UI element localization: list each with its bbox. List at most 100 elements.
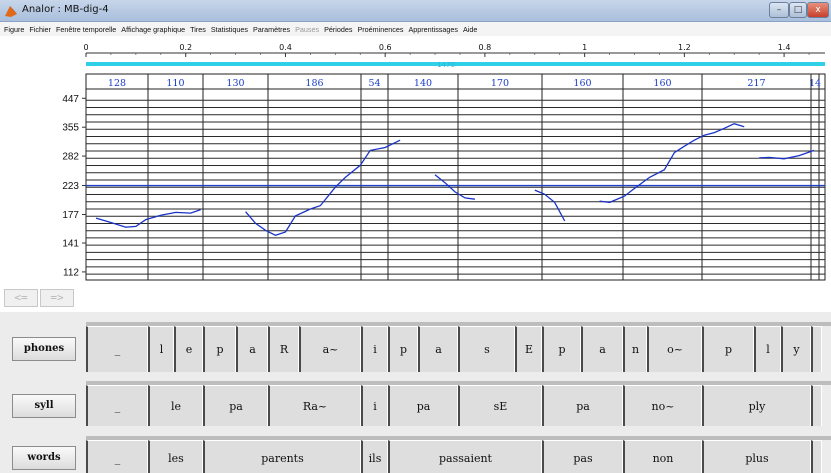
tier-cell-words[interactable]: plus <box>702 440 811 473</box>
tier-cell-phones[interactable]: l <box>754 326 781 372</box>
tier-cell-words[interactable]: pas <box>542 440 623 473</box>
tier-cell-syll[interactable]: no~ <box>623 385 702 426</box>
menu-item-figure[interactable]: Figure <box>4 25 24 34</box>
time-tick-label: 1 <box>582 43 587 52</box>
menu-item-fichier[interactable]: Fichier <box>29 25 51 34</box>
title-bar: Analor : MB-dig-4 – □ x <box>0 0 831 22</box>
segment-duration-label: 160 <box>573 78 591 89</box>
close-button[interactable]: x <box>807 2 829 18</box>
pitch-curve-5 <box>759 149 815 160</box>
maximize-button[interactable]: □ <box>789 2 807 18</box>
tier-cell-syll[interactable]: pa <box>388 385 458 426</box>
tier-cell-phones[interactable]: s <box>458 326 515 372</box>
window-title: Analor : MB-dig-4 <box>22 4 109 15</box>
tier-cell-phones[interactable]: a <box>418 326 458 372</box>
duration-bar <box>86 62 825 66</box>
time-tick-label: 0.4 <box>279 43 292 52</box>
tier-cell-words[interactable]: parents <box>203 440 361 473</box>
pitch-tick-label: 447 <box>62 94 79 105</box>
menu-item-pauses: Pauses <box>295 24 320 34</box>
tier-button-words[interactable]: words <box>12 446 76 470</box>
segment-duration-label: 128 <box>108 78 126 89</box>
tier-cell-phones[interactable]: E <box>515 326 542 372</box>
tier-cell-syll[interactable]: sE <box>458 385 542 426</box>
pitch-tick-label: 112 <box>63 267 79 278</box>
minimize-button[interactable]: – <box>769 2 789 18</box>
menu-item-statistiques[interactable]: Statistiques <box>211 25 248 34</box>
tier-cell-syll[interactable]: pa <box>542 385 623 426</box>
duration-bar-label: 1470 <box>437 61 455 69</box>
pitch-curve-4 <box>599 123 745 204</box>
tier-cell-words[interactable]: non <box>623 440 702 473</box>
pitch-plot-region: 0 0.2 0.4 0.6 0.8 1 1.2 1.4 1470 128 110 130 186 54 14… <box>0 36 831 286</box>
segment-duration-label: 130 <box>226 78 244 89</box>
time-tick-label: 0.2 <box>179 43 192 52</box>
tier-cell-words[interactable] <box>811 440 822 473</box>
tier-cell-phones[interactable]: e <box>174 326 203 372</box>
menu-item-tires[interactable]: Tires <box>190 25 206 34</box>
tier-cell-phones[interactable]: p <box>203 326 236 372</box>
menu-bar: Figure Fichier Fenêtre temporelle Affichage… <box>0 22 831 36</box>
tier-cell-syll[interactable]: Ra~ <box>268 385 361 426</box>
tier-cell-words[interactable]: passaient <box>388 440 542 473</box>
time-tick-label: 0 <box>83 43 88 52</box>
tier-cell-phones[interactable]: p <box>388 326 418 372</box>
tier-cell-words[interactable]: ils <box>361 440 388 473</box>
time-tick-label: 1.4 <box>778 43 791 52</box>
matlab-icon <box>5 6 17 17</box>
tier-cell-syll[interactable]: i <box>361 385 388 426</box>
tier-cell-syll[interactable]: ply <box>702 385 811 426</box>
pitch-chart[interactable]: 0 0.2 0.4 0.6 0.8 1 1.2 1.4 1470 128 110 130 186 54 14… <box>0 36 831 286</box>
segment-duration-label: 54 <box>368 78 380 89</box>
tier-cell-syll[interactable]: pa <box>203 385 268 426</box>
pitch-tick-label: 223 <box>62 181 79 192</box>
tier-cell-syll[interactable]: le <box>148 385 203 426</box>
segment-duration-label: 110 <box>166 78 184 89</box>
time-tick-label: 0.6 <box>379 43 392 52</box>
segment-duration-label: 160 <box>653 78 671 89</box>
tier-cell-words[interactable]: _ <box>86 440 148 473</box>
tier-cell-phones[interactable]: l <box>148 326 174 372</box>
pitch-curve-1 <box>245 139 401 237</box>
menu-item-pro-minences[interactable]: Proéminences <box>357 25 403 34</box>
menu-item-affichage-graphique[interactable]: Affichage graphique <box>121 25 185 34</box>
menu-item-aide[interactable]: Aide <box>463 25 477 34</box>
prev-window-button[interactable]: <= <box>4 289 38 307</box>
segment-duration-label: 14 <box>809 78 821 89</box>
menu-item-apprentissages[interactable]: Apprentissages <box>408 25 458 34</box>
navigation-arrows: <= => <box>4 289 74 307</box>
tier-cell-phones[interactable]: n <box>623 326 647 372</box>
tiers-panel: phones _ l e p a Ra~ i p a s Ep a n o~ p l y syll _ le pa Ra~ i… <box>0 312 831 473</box>
segment-duration-label: 170 <box>491 78 509 89</box>
tier-cell-words[interactable]: les <box>148 440 203 473</box>
pitch-tick-label: 141 <box>62 239 79 250</box>
tier-cell-phones[interactable]: y <box>781 326 811 372</box>
plot-frame <box>85 73 826 281</box>
tier-cell-phones[interactable]: p <box>702 326 754 372</box>
menu-item-fen-tre-temporelle[interactable]: Fenêtre temporelle <box>56 25 116 34</box>
pitch-tick-label: 282 <box>62 152 79 163</box>
next-window-button[interactable]: => <box>40 289 74 307</box>
tier-cell-phones[interactable]: p <box>542 326 581 372</box>
segment-duration-label: 140 <box>414 78 432 89</box>
menu-item-param-tres[interactable]: Paramètres <box>253 25 290 34</box>
tier-cell-syll[interactable] <box>811 385 822 426</box>
segment-duration-label: 186 <box>305 78 323 89</box>
tier-cell-phones[interactable]: a~ <box>299 326 361 372</box>
tier-cell-phones[interactable]: _ <box>86 326 148 372</box>
pitch-tick-label: 355 <box>62 123 79 134</box>
tier-cell-phones[interactable]: i <box>361 326 388 372</box>
tier-cell-syll[interactable]: _ <box>86 385 148 426</box>
segment-duration-label: 217 <box>747 78 765 89</box>
time-tick-label: 0.8 <box>479 43 492 52</box>
tier-cell-phones[interactable] <box>811 326 822 372</box>
tier-button-syll[interactable]: syll <box>12 393 76 418</box>
time-tick-label: 1.2 <box>678 43 691 52</box>
tier-button-phones[interactable]: phones <box>12 337 76 361</box>
tier-cell-phones[interactable]: a <box>236 326 268 372</box>
tier-cell-phones[interactable]: o~ <box>647 326 702 372</box>
menu-item-p-riodes[interactable]: Périodes <box>324 25 352 34</box>
tier-cell-phones[interactable]: R <box>268 326 299 372</box>
pitch-tick-label: 177 <box>62 210 79 221</box>
tier-cell-phones[interactable]: a <box>581 326 623 372</box>
